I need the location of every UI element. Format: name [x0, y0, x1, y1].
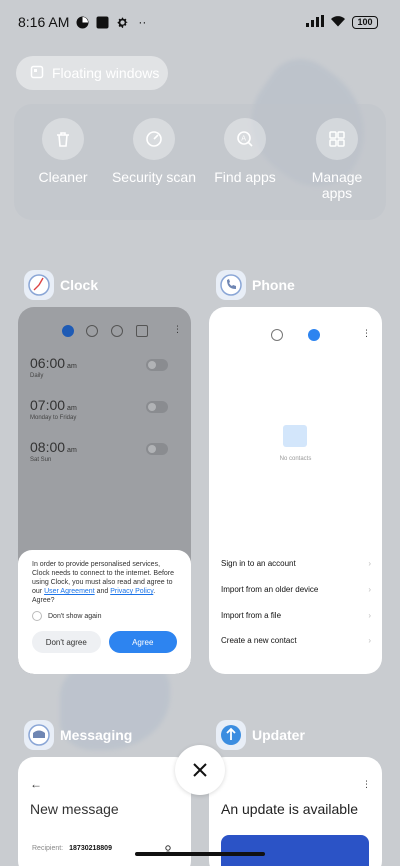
messaging-app-header[interactable]: Messaging — [24, 720, 132, 750]
agree-button[interactable]: Agree — [108, 631, 177, 653]
dont-show-again-option[interactable]: Don't show again — [32, 611, 177, 621]
more-icon: ⋮ — [362, 779, 371, 789]
square-notification-icon — [95, 15, 109, 29]
alarm-time: 07:00 — [30, 397, 66, 413]
clock-app-header[interactable]: Clock — [24, 270, 98, 300]
back-arrow-icon: ← — [30, 777, 42, 791]
contact-picker-icon — [163, 842, 173, 860]
import-older-device-item[interactable]: Import from an older device › — [221, 585, 371, 594]
chevron-right-icon: › — [368, 559, 371, 568]
timer-tab-icon — [136, 325, 148, 337]
phone-app-header[interactable]: Phone — [216, 270, 295, 300]
quick-actions-panel: Cleaner Security scan A Find apps Manage… — [14, 104, 386, 220]
wifi-icon — [330, 14, 346, 30]
cleaner-button[interactable]: Cleaner — [18, 118, 108, 185]
chevron-right-icon: › — [368, 585, 371, 594]
phone-recent-card[interactable]: ⋮ No contacts Sign in to an account › Imp… — [209, 307, 382, 674]
app-notification-icon — [75, 15, 89, 29]
manage-apps-button[interactable]: Manage apps — [292, 118, 382, 201]
alarm-suffix: am — [67, 447, 77, 454]
clock-app-name: Clock — [60, 277, 99, 293]
alarm-item: 08:00 am Sat Sun — [30, 439, 180, 469]
alarm-repeat: Daily — [30, 373, 44, 379]
dont-agree-button[interactable]: Don't agree — [32, 631, 101, 653]
import-file-item[interactable]: Import from a file › — [221, 611, 371, 620]
phone-app-icon — [216, 270, 246, 300]
update-banner-image — [221, 835, 369, 866]
world-clock-tab-icon — [86, 325, 98, 337]
messaging-app-icon — [24, 720, 54, 750]
close-all-button[interactable] — [175, 745, 225, 795]
updater-recent-card[interactable]: ⋮ An update is available — [209, 757, 382, 866]
svg-text:A: A — [241, 135, 246, 143]
alarm-suffix: am — [67, 405, 77, 412]
stopwatch-tab-icon — [111, 325, 123, 337]
alarm-toggle — [146, 401, 168, 413]
messaging-app-name: Messaging — [60, 727, 133, 743]
checkbox[interactable] — [32, 611, 42, 621]
new-message-title: New message — [30, 801, 119, 817]
sign-in-account-item[interactable]: Sign in to an account › — [221, 559, 371, 568]
floating-window-icon — [30, 65, 44, 82]
clock-tabs: ⋮ — [18, 324, 191, 341]
updater-app-name: Updater — [252, 727, 305, 743]
alarm-item: 06:00 am Daily — [30, 355, 180, 385]
floating-windows-button[interactable]: Floating windows — [16, 56, 168, 90]
recipient-row: Recipient: 18730218809 — [32, 845, 112, 852]
status-bar: 8:16 AM ·· 100 — [0, 0, 400, 44]
consent-text: In order to provide personalised service… — [32, 561, 175, 604]
clock-recent-card[interactable]: ⋮ 06:00 am Daily 07:00 am Monday to Friday… — [18, 307, 191, 674]
contacts-tab-icon — [308, 329, 320, 341]
alarm-repeat: Monday to Friday — [30, 415, 77, 421]
call-log-tab-icon — [271, 329, 283, 341]
find-apps-button[interactable]: A Find apps — [200, 118, 290, 185]
clock-app-icon — [24, 270, 54, 300]
messaging-recent-card[interactable]: ← New message Recipient: 18730218809 — [18, 757, 191, 866]
alarm-tab-icon — [62, 325, 74, 337]
alarm-repeat: Sat Sun — [30, 457, 52, 463]
trash-icon — [42, 118, 84, 160]
signal-icon — [306, 14, 324, 30]
battery-icon: 100 — [352, 15, 378, 29]
close-icon — [193, 763, 207, 777]
create-contact-item[interactable]: Create a new contact › — [221, 636, 371, 645]
chevron-right-icon: › — [368, 636, 371, 645]
privacy-policy-link[interactable]: Privacy Policy — [110, 588, 153, 595]
manage-apps-label: Manage apps — [311, 169, 363, 201]
alarm-time: 08:00 — [30, 439, 66, 455]
floating-windows-label: Floating windows — [52, 65, 160, 81]
phone-app-name: Phone — [252, 277, 295, 293]
alarm-toggle — [146, 359, 168, 371]
more-icon: ⋮ — [362, 328, 371, 338]
updater-app-icon — [216, 720, 246, 750]
empty-contacts-icon — [283, 425, 307, 447]
more-icon: ⋮ — [173, 324, 182, 334]
user-agreement-link[interactable]: User Agreement — [44, 588, 95, 595]
status-time: 8:16 AM — [18, 14, 70, 30]
update-available-title: An update is available — [221, 801, 358, 817]
alarm-time: 06:00 — [30, 355, 66, 371]
find-apps-label: Find apps — [214, 169, 276, 185]
dont-show-again-label: Don't show again — [48, 612, 102, 620]
alarm-item: 07:00 am Monday to Friday — [30, 397, 180, 427]
clock-consent-dialog: In order to provide personalised service… — [18, 550, 191, 674]
home-indicator[interactable] — [135, 852, 265, 856]
chevron-right-icon: › — [368, 611, 371, 620]
updater-app-header[interactable]: Updater — [216, 720, 305, 750]
security-scan-button[interactable]: Security scan — [109, 118, 199, 185]
grid-icon — [316, 118, 358, 160]
more-dots-icon: ·· — [138, 15, 147, 29]
settings-icon — [115, 15, 129, 29]
cleaner-label: Cleaner — [38, 169, 88, 185]
find-apps-icon: A — [224, 118, 266, 160]
no-contacts-text: No contacts — [279, 456, 312, 462]
security-scan-icon — [133, 118, 175, 160]
security-scan-label: Security scan — [111, 169, 197, 185]
alarm-toggle — [146, 443, 168, 455]
alarm-suffix: am — [67, 363, 77, 370]
